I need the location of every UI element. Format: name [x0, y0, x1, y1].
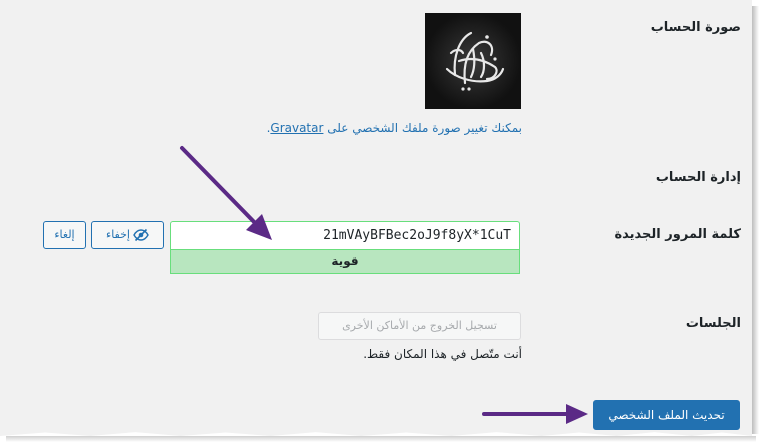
profile-panel [0, 0, 752, 436]
gravatar-link[interactable]: Gravatar [270, 121, 323, 135]
calligraphy-avatar-image [425, 13, 521, 109]
new-password-label: كلمة المرور الجديدة [614, 227, 741, 242]
panel-shadow-right [752, 6, 759, 434]
avatar [425, 13, 521, 109]
panel-shadow-bottom [6, 436, 756, 442]
cancel-password-button[interactable]: إلغاء [43, 221, 86, 249]
new-password-input[interactable]: 21mVAyBFBec2oJ9f8yX*1CuT [170, 221, 520, 249]
eye-slash-icon [133, 228, 149, 242]
hide-password-button[interactable]: إخفاء [91, 221, 164, 249]
update-profile-button[interactable]: تحديث الملف الشخصي [593, 400, 740, 430]
logout-everywhere-button[interactable]: تسجيل الخروج من الأماكن الأخرى [318, 312, 521, 340]
avatar-caption: بمكنك تغيير صورة ملفك الشخصي على Gravata… [230, 121, 522, 135]
password-strength-indicator: قوية [170, 249, 520, 274]
avatar-label: صورة الحساب [650, 20, 741, 35]
avatar-caption-prefix: بمكنك تغيير صورة ملفك الشخصي على [323, 121, 522, 135]
hide-password-label: إخفاء [106, 228, 130, 241]
account-management-heading: إدارة الحساب [655, 170, 741, 185]
sessions-label: الجلسات [685, 316, 741, 331]
sessions-note: أنت متّصل في هذا المكان فقط. [363, 347, 522, 361]
